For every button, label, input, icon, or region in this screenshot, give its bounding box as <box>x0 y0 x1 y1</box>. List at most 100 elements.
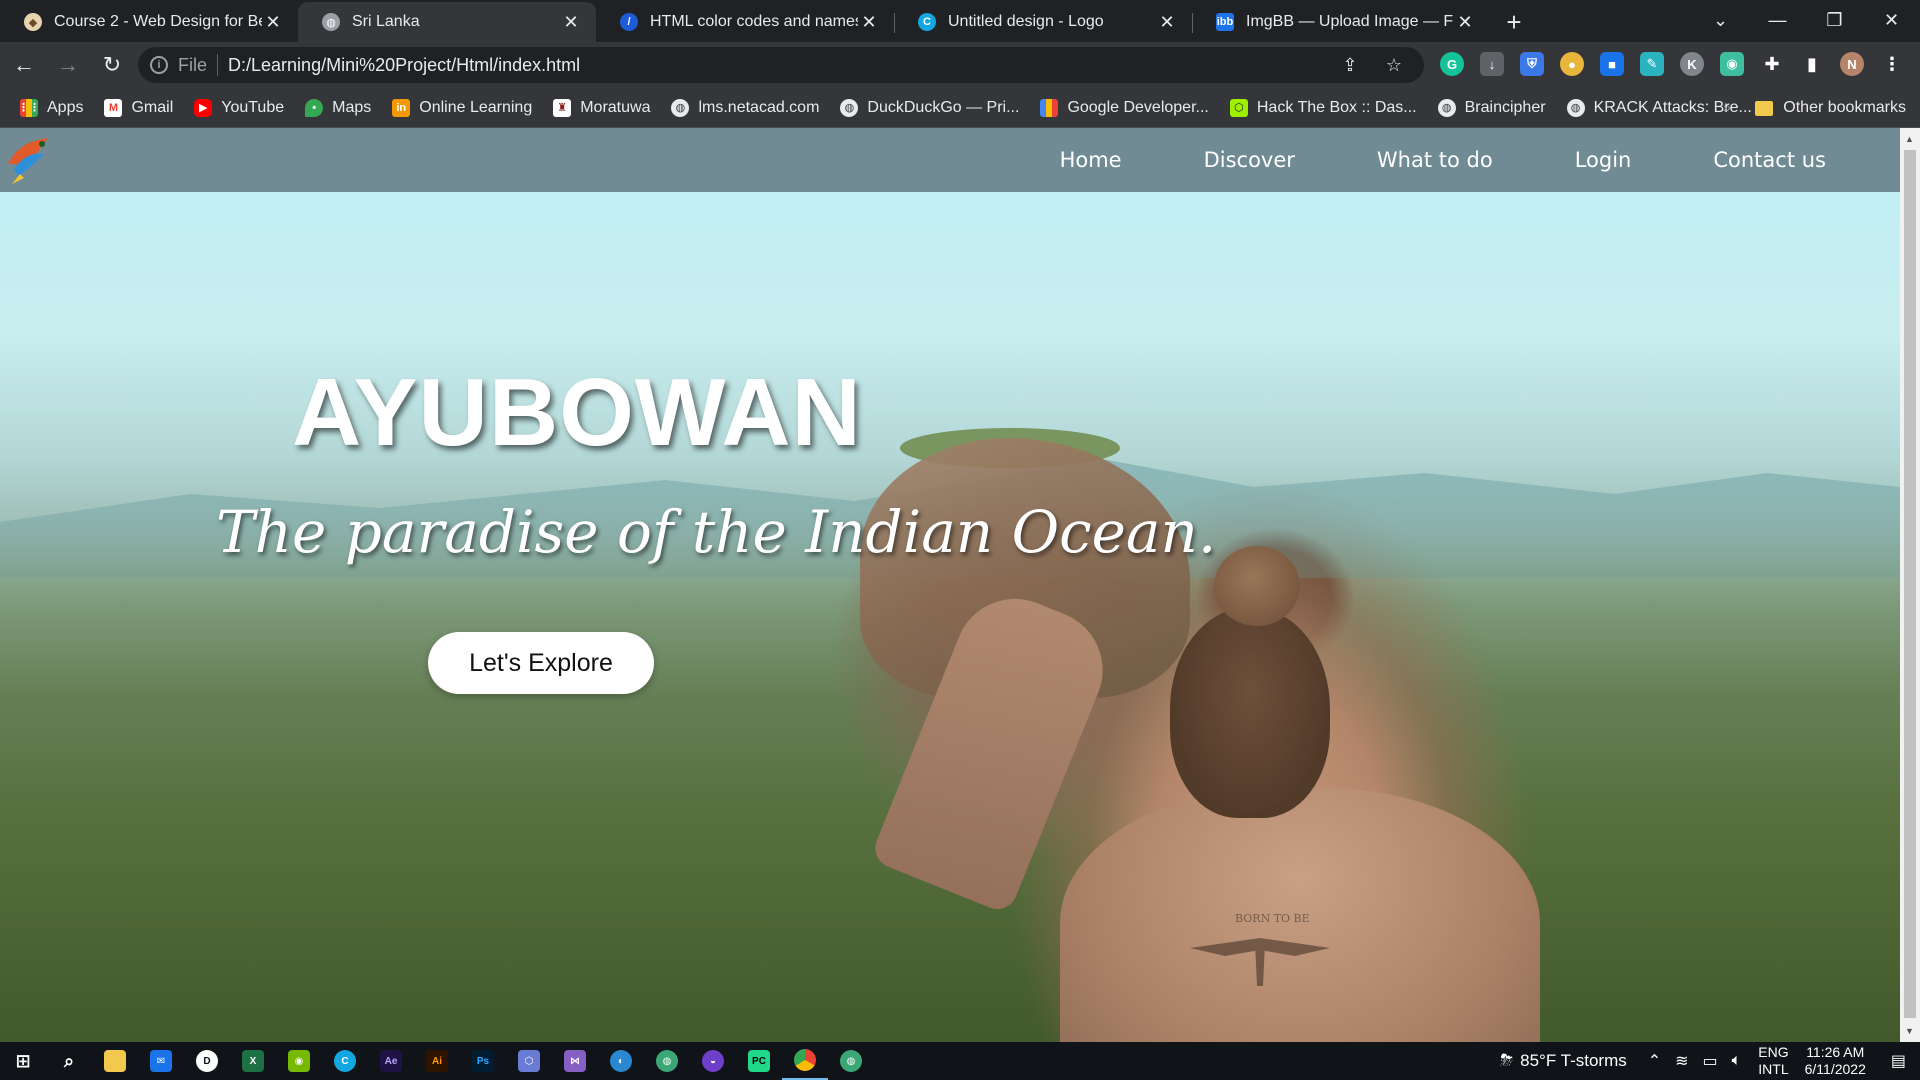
github-desktop-icon[interactable]: ◒ <box>690 1042 736 1080</box>
nav-contact-us[interactable]: Contact us <box>1713 148 1826 172</box>
grammarly-icon[interactable]: G <box>1440 52 1464 76</box>
new-tab-button[interactable]: + <box>1494 2 1534 42</box>
nvidia-icon[interactable]: ◉ <box>276 1042 322 1080</box>
green-app-icon[interactable]: ◍ <box>828 1042 874 1080</box>
after-effects-icon[interactable]: Ae <box>368 1042 414 1080</box>
bookmark-moratuwa[interactable]: ♜ Moratuwa <box>553 98 651 117</box>
bookmark-label: Maps <box>332 98 372 116</box>
feather-extension-icon[interactable]: ✎ <box>1640 52 1664 76</box>
nav-discover[interactable]: Discover <box>1204 148 1295 172</box>
tab-html-colors[interactable]: / HTML color codes and names ✕ <box>596 2 895 42</box>
volume-icon[interactable]: 🔈︎ <box>1732 1052 1742 1070</box>
globe-favicon-icon: ◍ <box>322 13 340 31</box>
pycharm-icon[interactable]: PC <box>736 1042 782 1080</box>
forward-icon[interactable]: → <box>48 45 88 85</box>
illustrator-icon[interactable]: Ai <box>414 1042 460 1080</box>
green-globe-app-icon[interactable]: ◍ <box>644 1042 690 1080</box>
extensions-puzzle-icon[interactable]: ✚ <box>1760 52 1784 76</box>
close-tab-icon[interactable]: ✕ <box>262 11 284 33</box>
battery-icon[interactable]: ▭ <box>1703 1051 1718 1071</box>
download-extension-icon[interactable]: ↓ <box>1480 52 1504 76</box>
google-developers-icon <box>1040 98 1059 117</box>
share-icon[interactable]: ⇪ <box>1338 53 1362 77</box>
background-person-head <box>1170 608 1330 818</box>
tab-sri-lanka[interactable]: ◍ Sri Lanka ✕ <box>298 2 596 42</box>
other-bookmarks[interactable]: Other bookmarks <box>1755 88 1906 128</box>
close-tab-icon[interactable]: ✕ <box>560 11 582 33</box>
profile-avatar[interactable]: N <box>1840 52 1864 76</box>
windows-start-icon[interactable]: ⊞ <box>0 1042 46 1080</box>
close-tab-icon[interactable]: ✕ <box>1454 11 1476 33</box>
bookmark-apps[interactable]: ⋮⋮ Apps <box>18 98 84 117</box>
reload-icon[interactable]: ↻ <box>92 45 132 85</box>
imgbb-favicon-icon: ibb <box>1216 13 1234 31</box>
close-window-icon[interactable]: ✕ <box>1863 0 1920 40</box>
tab-untitled-design[interactable]: C Untitled design - Logo ✕ <box>894 2 1193 42</box>
bookmark-online-learning[interactable]: in Online Learning <box>392 98 533 117</box>
photoshop-icon[interactable]: Ps <box>460 1042 506 1080</box>
restore-icon[interactable]: ❐ <box>1806 0 1863 40</box>
folder-icon <box>1755 100 1774 116</box>
bookmark-label: Apps <box>47 98 84 116</box>
address-bar[interactable]: i File D:/Learning/Mini%20Project/Html/i… <box>138 47 1424 83</box>
file-explorer-icon[interactable] <box>92 1042 138 1080</box>
menu-kebab-icon[interactable]: ⋮ <box>1880 52 1904 76</box>
bookmark-star-icon[interactable]: ☆ <box>1382 53 1406 77</box>
bookmark-label: Online Learning <box>419 98 533 116</box>
edge-app-icon[interactable]: ◐ <box>598 1042 644 1080</box>
search-icon[interactable]: ⌕ <box>46 1042 92 1080</box>
bookmark-braincipher[interactable]: ◍ Braincipher <box>1437 98 1546 117</box>
weather-text[interactable]: 85°F T-storms <box>1520 1051 1627 1071</box>
dell-icon[interactable]: D <box>184 1042 230 1080</box>
bookmark-label: Moratuwa <box>580 98 651 116</box>
scroll-up-icon[interactable]: ▲ <box>1905 134 1914 144</box>
minimize-icon[interactable]: — <box>1749 0 1806 40</box>
k-extension-icon[interactable]: K <box>1680 52 1704 76</box>
lets-explore-button[interactable]: Let's Explore <box>428 632 654 694</box>
bookmark-youtube[interactable]: ▶ YouTube <box>194 98 284 117</box>
green-extension-icon[interactable]: ◉ <box>1720 52 1744 76</box>
chrome-icon[interactable] <box>782 1042 828 1080</box>
tab-course[interactable]: ◆ Course 2 - Web Design for Begin ✕ <box>0 2 299 42</box>
bookmark-netacad[interactable]: ◍ lms.netacad.com <box>671 98 819 117</box>
bookmarks-overflow-icon[interactable]: » <box>1723 99 1731 115</box>
clock[interactable]: 11:26 AM 6/11/2022 <box>1805 1044 1866 1078</box>
excel-icon[interactable]: X <box>230 1042 276 1080</box>
page-scrollbar[interactable]: ▲ ▼ <box>1900 128 1920 1042</box>
youtube-icon: ▶ <box>194 98 213 117</box>
globe-icon: ◍ <box>1437 98 1456 117</box>
tab-search-icon[interactable]: ⌄ <box>1692 0 1749 40</box>
bookmark-maps[interactable]: • Maps <box>305 98 372 117</box>
mail-icon[interactable]: ✉ <box>138 1042 184 1080</box>
close-tab-icon[interactable]: ✕ <box>858 11 880 33</box>
chevron-up-icon[interactable]: ⌃ <box>1648 1051 1661 1071</box>
bookmark-google-developers[interactable]: Google Developer... <box>1040 98 1209 117</box>
back-icon[interactable]: ← <box>4 45 44 85</box>
scroll-down-icon[interactable]: ▼ <box>1905 1026 1914 1036</box>
tab-title: Untitled design - Logo <box>948 13 1104 30</box>
moratuwa-icon: ♜ <box>553 98 572 117</box>
bird-logo-icon[interactable] <box>4 134 56 186</box>
canva-icon[interactable]: C <box>322 1042 368 1080</box>
close-tab-icon[interactable]: ✕ <box>1156 11 1178 33</box>
notifications-icon[interactable]: ▤ <box>1891 1051 1906 1071</box>
nav-login[interactable]: Login <box>1575 148 1632 172</box>
nav-home[interactable]: Home <box>1060 148 1122 172</box>
site-info-icon[interactable]: i <box>150 56 168 74</box>
nav-what-to-do[interactable]: What to do <box>1377 148 1493 172</box>
url-text[interactable]: D:/Learning/Mini%20Project/Html/index.ht… <box>228 55 580 76</box>
blue-square-extension-icon[interactable]: ■ <box>1600 52 1624 76</box>
tab-imgbb[interactable]: ibb ImgBB — Upload Image — Free I ✕ <box>1192 2 1490 42</box>
side-panel-icon[interactable]: ▮ <box>1800 52 1824 76</box>
scrollbar-thumb[interactable] <box>1904 150 1916 1018</box>
visual-studio-icon[interactable]: ⋈ <box>552 1042 598 1080</box>
bookmark-hackthebox[interactable]: ⬡ Hack The Box :: Das... <box>1229 98 1417 117</box>
shield-app-icon[interactable]: ⬡ <box>506 1042 552 1080</box>
shield-extension-icon[interactable]: ⛨ <box>1520 52 1544 76</box>
language-indicator[interactable]: ENG INTL <box>1758 1044 1788 1078</box>
bookmark-duckduckgo[interactable]: ◍ DuckDuckGo — Pri... <box>840 98 1019 117</box>
weather-storm-icon[interactable]: ⛈ <box>1500 1052 1513 1070</box>
bookmark-gmail[interactable]: M Gmail <box>104 98 173 117</box>
wifi-icon[interactable]: ≋ <box>1675 1051 1688 1071</box>
coin-extension-icon[interactable]: ● <box>1560 52 1584 76</box>
